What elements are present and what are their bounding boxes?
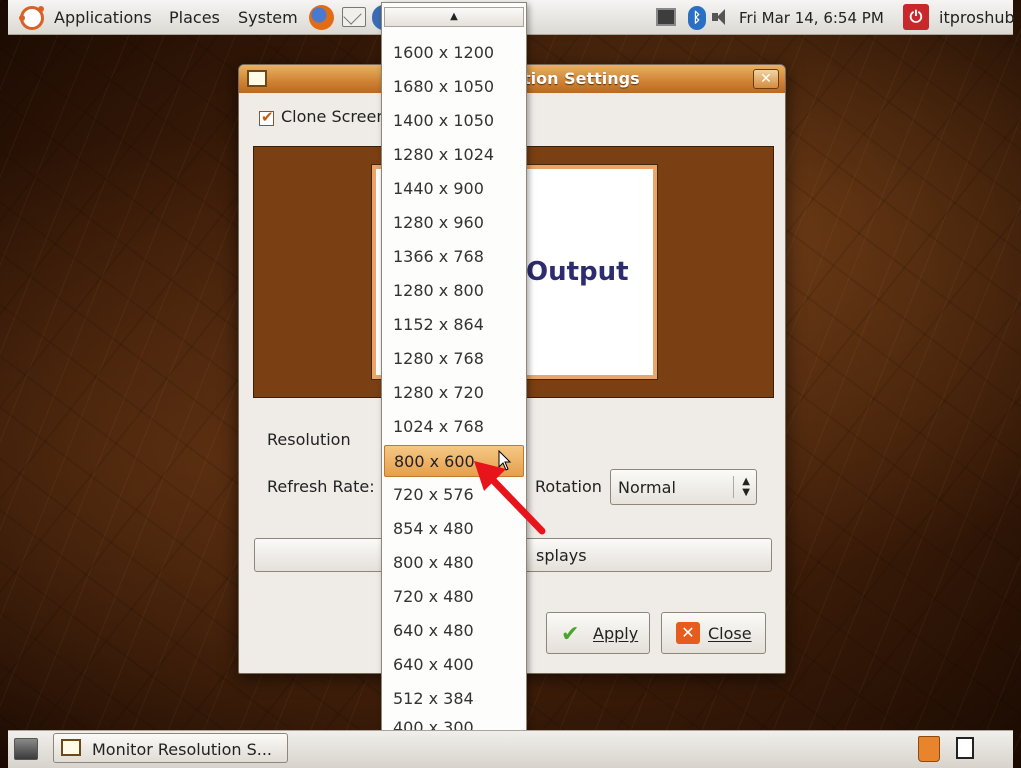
rotation-select[interactable]: Normal ▲ ▼ bbox=[610, 469, 757, 505]
resolution-option[interactable]: 1280 x 960 bbox=[384, 207, 524, 239]
menu-system[interactable]: System bbox=[238, 8, 298, 27]
firefox-icon[interactable] bbox=[309, 5, 334, 30]
output-label: Output bbox=[526, 257, 629, 287]
resolution-option[interactable]: 800 x 480 bbox=[384, 547, 524, 579]
resolution-option[interactable]: 1280 x 768 bbox=[384, 343, 524, 375]
resolution-dropdown-list[interactable]: ▲ 1600 x 1200 1680 x 1050 1400 x 1050 12… bbox=[381, 2, 527, 760]
resolution-option[interactable]: 1680 x 1050 bbox=[384, 71, 524, 103]
close-x-icon: ✕ bbox=[676, 622, 700, 644]
network-icon[interactable] bbox=[656, 8, 676, 26]
dialog-title: tion Settings bbox=[523, 69, 640, 88]
apply-button[interactable]: ✔ Apply bbox=[546, 612, 650, 654]
ubuntu-logo-icon[interactable] bbox=[19, 6, 44, 30]
close-label: Close bbox=[708, 624, 752, 643]
clock[interactable]: Fri Mar 14, 6:54 PM bbox=[739, 9, 884, 27]
scroll-up-arrow-icon[interactable]: ▲ bbox=[384, 7, 524, 27]
bottom-panel: Monitor Resolution S... bbox=[8, 730, 1013, 768]
resolution-option[interactable]: 1400 x 1050 bbox=[384, 105, 524, 137]
detect-displays-label: splays bbox=[536, 546, 587, 565]
monitor-icon bbox=[247, 70, 267, 87]
taskbar-window-label: Monitor Resolution S... bbox=[92, 740, 273, 759]
resolution-option[interactable]: 640 x 480 bbox=[384, 615, 524, 647]
resolution-option[interactable]: 1024 x 768 bbox=[384, 411, 524, 443]
resolution-option[interactable]: 1280 x 800 bbox=[384, 275, 524, 307]
resolution-option[interactable]: 512 x 384 bbox=[384, 683, 524, 715]
menu-places[interactable]: Places bbox=[169, 8, 220, 27]
taskbar-window-button[interactable]: Monitor Resolution S... bbox=[53, 733, 288, 763]
spinner-arrows-icon: ▲ ▼ bbox=[733, 476, 750, 498]
show-desktop-icon[interactable] bbox=[14, 738, 38, 760]
resolution-option[interactable]: 1280 x 720 bbox=[384, 377, 524, 409]
close-button[interactable]: ✕ Close bbox=[661, 612, 766, 654]
close-icon[interactable]: ✕ bbox=[753, 69, 779, 89]
clone-screens-label[interactable]: Clone Screen bbox=[281, 107, 386, 126]
resolution-option[interactable]: 640 x 400 bbox=[384, 649, 524, 681]
monitor-icon bbox=[61, 739, 81, 756]
apply-label: Apply bbox=[593, 624, 639, 643]
menu-applications[interactable]: Applications bbox=[54, 8, 152, 27]
checkmark-icon: ✔ bbox=[561, 622, 580, 647]
resolution-label: Resolution bbox=[267, 430, 351, 449]
refresh-rate-label: Refresh Rate: bbox=[267, 477, 375, 496]
resolution-option[interactable]: 1600 x 1200 bbox=[384, 37, 524, 69]
resolution-option[interactable]: 1366 x 768 bbox=[384, 241, 524, 273]
trash-icon[interactable] bbox=[918, 736, 940, 762]
red-annotation-arrow-icon bbox=[474, 461, 546, 535]
rotation-value: Normal bbox=[618, 478, 676, 497]
resolution-option[interactable]: 720 x 480 bbox=[384, 581, 524, 613]
workspace-switcher-icon[interactable] bbox=[956, 737, 974, 759]
resolution-option[interactable]: 1280 x 1024 bbox=[384, 139, 524, 171]
volume-icon[interactable] bbox=[712, 9, 734, 25]
bluetooth-icon[interactable]: ᛒ bbox=[688, 6, 706, 30]
user-name[interactable]: itproshub bbox=[939, 8, 1015, 27]
mail-icon[interactable] bbox=[342, 7, 366, 27]
power-icon[interactable]: ⏻ bbox=[903, 4, 929, 30]
clone-screens-checkbox[interactable] bbox=[259, 108, 274, 126]
resolution-option[interactable]: 1440 x 900 bbox=[384, 173, 524, 205]
resolution-option[interactable]: 1152 x 864 bbox=[384, 309, 524, 341]
